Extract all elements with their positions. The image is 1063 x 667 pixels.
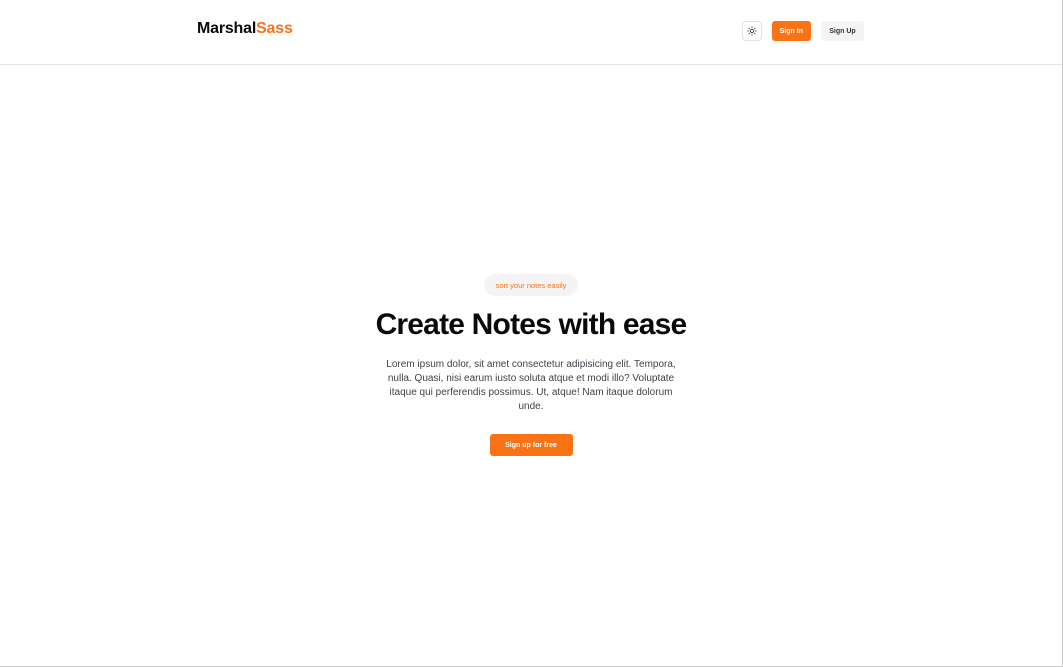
hero-description: Lorem ipsum dolor, sit amet consectetur … <box>386 359 676 412</box>
page: MarshalSass Sign In Sign Up sort your no… <box>0 0 1063 667</box>
hero-title: Create Notes with ease <box>375 308 688 341</box>
brand-primary: Marshal <box>197 20 257 37</box>
theme-toggle-button[interactable] <box>741 21 762 41</box>
sign-in-button[interactable]: Sign In <box>771 21 811 41</box>
sun-icon <box>746 26 757 36</box>
hero-badge: sort your notes easily <box>483 274 579 296</box>
sign-up-free-button[interactable]: Sign up for free <box>489 434 573 456</box>
navbar: MarshalSass Sign In Sign Up <box>0 0 1062 65</box>
sign-up-button[interactable]: Sign Up <box>821 21 864 41</box>
hero-section: sort your notes easily Create Notes with… <box>0 274 1062 456</box>
brand-accent: Sass <box>256 20 293 37</box>
brand-logo[interactable]: MarshalSass <box>197 20 293 38</box>
nav-actions: Sign In Sign Up <box>741 21 864 41</box>
